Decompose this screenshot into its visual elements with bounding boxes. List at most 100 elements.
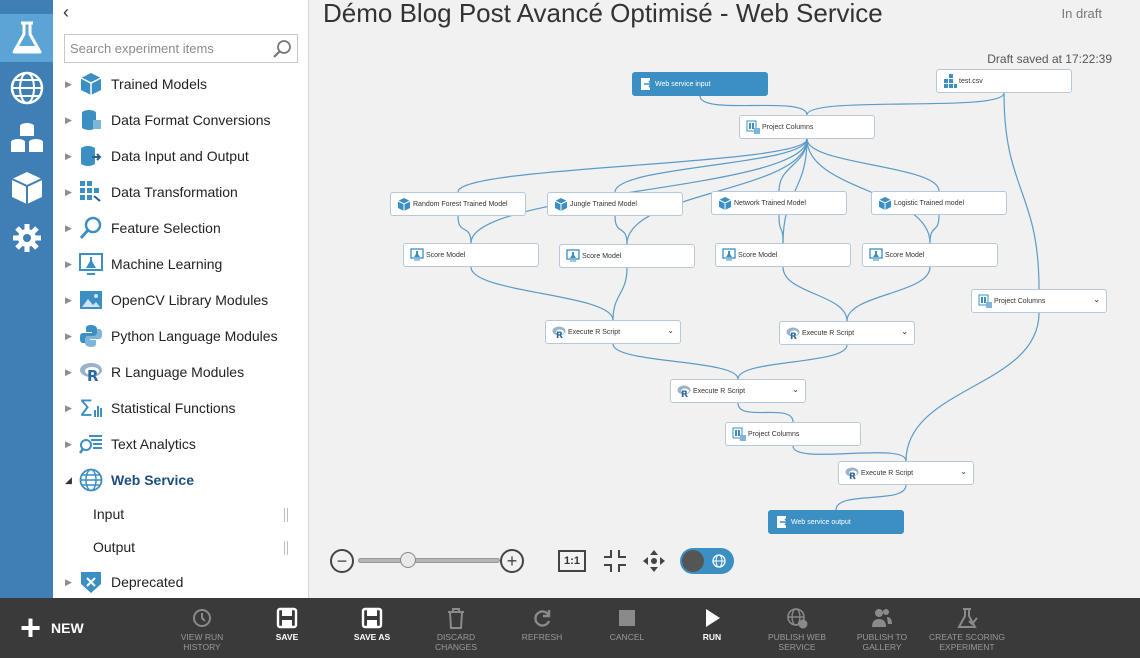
palette-item-feature-selection[interactable]: ▶ Feature Selection [53,210,308,246]
palette-module-web-service-input[interactable]: Input [53,499,308,531]
module-node-web-service-input[interactable]: Web service input [632,72,768,96]
connection-edge[interactable] [905,312,1040,462]
palette-item-machine-learning[interactable]: ▶ Machine Learning [53,246,308,282]
search-input[interactable] [65,35,265,62]
connection-edge[interactable] [614,215,628,245]
connection-edge[interactable] [457,215,472,244]
new-button[interactable]: + NEW [20,610,84,646]
globe-icon [10,71,43,105]
drag-handle[interactable] [284,508,288,522]
module-node-score-model[interactable]: Score Model [862,243,998,267]
pan-icon[interactable] [642,549,666,573]
connection-edge[interactable] [792,445,907,462]
module-node-score-model[interactable]: Score Model [559,244,695,268]
publish-to-gallery-button[interactable]: PUBLISH TO GALLERY [842,606,922,652]
palette-item-data-format-conversions[interactable]: ▶ Data Format Conversions [53,102,308,138]
chevron-down-icon[interactable]: ⌄ [960,467,967,476]
publish-web-service-button[interactable]: PUBLISH WEB SERVICE [757,606,837,652]
module-node-score-model[interactable]: Score Model [715,243,851,267]
trained-model-icon [718,196,732,210]
search-icon[interactable] [272,39,292,59]
zoom-in-button[interactable]: + [500,549,524,573]
connection-edge[interactable] [778,138,808,192]
drag-handle[interactable] [284,541,288,555]
connection-edge[interactable] [1003,92,1040,290]
connection-edge[interactable] [457,138,808,193]
web-service-port-icon [775,515,790,529]
connection-edge[interactable] [846,266,931,322]
module-node-jungle-trained-model[interactable]: Jungle Trained Model [547,192,683,216]
palette-item-data-input-output[interactable]: ▶ Data Input and Output [53,138,308,174]
palette-item-statistical-functions[interactable]: ▶ Σ Statistical Functions [53,390,308,426]
module-node-project-columns[interactable]: Project Columns ⌄ [971,289,1107,313]
connection-edge[interactable] [699,95,808,116]
zoom-out-button[interactable]: − [330,549,354,573]
connection-edge[interactable] [737,402,794,423]
palette-item-text-analytics[interactable]: ▶ Text Analytics [53,426,308,462]
palette-item-data-transformation[interactable]: ▶ Data Transformation [53,174,308,210]
connection-edge[interactable] [835,484,907,511]
connection-edge[interactable] [806,92,1005,116]
experiment-canvas[interactable]: Démo Blog Post Avancé Optimisé - Web Ser… [310,0,1140,598]
collapse-palette-button[interactable]: ‹ [63,2,69,23]
module-node-label: Random Forest Trained Model [413,200,508,208]
svg-text:R: R [681,390,688,398]
refresh-button[interactable]: REFRESH [502,606,582,642]
python-icon [80,325,102,347]
r-icon: R [552,325,566,341]
chevron-down-icon[interactable]: ⌄ [792,385,799,394]
module-node-label: Execute R Script [568,328,621,336]
palette-module-web-service-output[interactable]: Output [53,532,308,564]
connection-edge[interactable] [929,214,940,244]
palette-item-python[interactable]: ▶ Python Language Modules [53,318,308,354]
chevron-down-icon[interactable]: ⌄ [1093,295,1100,304]
module-node-execute-r-script[interactable]: R Execute R Script ⌄ [545,320,681,344]
web-services-nav-button[interactable] [0,64,53,112]
view-run-history-button[interactable]: VIEW RUN HISTORY [162,606,242,652]
module-node-logistic-trained-model[interactable]: Logistic Trained model [871,191,1007,215]
chevron-down-icon[interactable]: ⌄ [901,327,908,336]
module-node-test-csv[interactable]: test.csv [936,69,1072,93]
settings-nav-button[interactable] [0,214,53,262]
web-service-view-toggle[interactable] [680,548,734,574]
palette-item-opencv[interactable]: ▶ OpenCV Library Modules [53,282,308,318]
palette-item-r-language[interactable]: ▶ R R Language Modules [53,354,308,390]
connection-edge[interactable] [737,344,848,380]
chevron-right-icon: ▶ [65,438,72,449]
palette-item-web-service[interactable]: ◢ Web Service [53,462,308,498]
run-button[interactable]: RUN [672,606,752,642]
module-node-network-trained-model[interactable]: Network Trained Model [711,191,847,215]
chevron-right-icon: ▶ [65,366,72,377]
fit-to-screen-icon[interactable] [603,549,627,573]
module-node-execute-r-script[interactable]: R Execute R Script ⌄ [779,321,915,345]
module-node-execute-r-script[interactable]: R Execute R Script ⌄ [838,461,974,485]
command-label: SAVE [275,632,299,642]
trained-models-nav-button[interactable] [0,164,53,212]
palette-item-deprecated[interactable]: ▶ Deprecated [53,564,308,600]
discard-changes-button[interactable]: DISCARD CHANGES [416,606,496,652]
connection-edge[interactable] [612,343,739,380]
module-node-project-columns[interactable]: Project Columns [725,422,861,446]
connection-edge[interactable] [470,266,614,321]
cancel-button[interactable]: CANCEL [587,606,667,642]
module-node-execute-r-script[interactable]: R Execute R Script ⌄ [670,379,806,403]
connection-edge[interactable] [806,138,940,192]
datasets-nav-button[interactable] [0,114,53,162]
module-node-web-service-output[interactable]: Web service output [768,510,904,534]
save-as-button[interactable]: SAVE AS [332,606,412,642]
module-node-score-model[interactable]: Score Model [403,243,539,267]
chevron-down-icon[interactable]: ⌄ [667,326,674,335]
create-scoring-experiment-button[interactable]: CREATE SCORING EXPERIMENT [927,606,1007,652]
palette-item-trained-models[interactable]: ▶ Trained Models [53,66,308,102]
module-node-random-forest-trained-model[interactable]: Random Forest Trained Model [390,192,526,216]
connection-edge[interactable] [778,214,784,244]
zoom-slider-thumb[interactable] [399,552,416,568]
module-node-project-columns[interactable]: Project Columns [739,115,875,139]
connection-edge[interactable] [614,138,808,193]
save-button[interactable]: SAVE [247,606,327,642]
zoom-slider[interactable] [358,558,500,563]
connection-edge[interactable] [612,267,628,321]
connection-edge[interactable] [782,266,848,322]
actual-size-button[interactable]: 1:1 [558,550,586,572]
experiments-nav-button[interactable] [0,14,53,62]
